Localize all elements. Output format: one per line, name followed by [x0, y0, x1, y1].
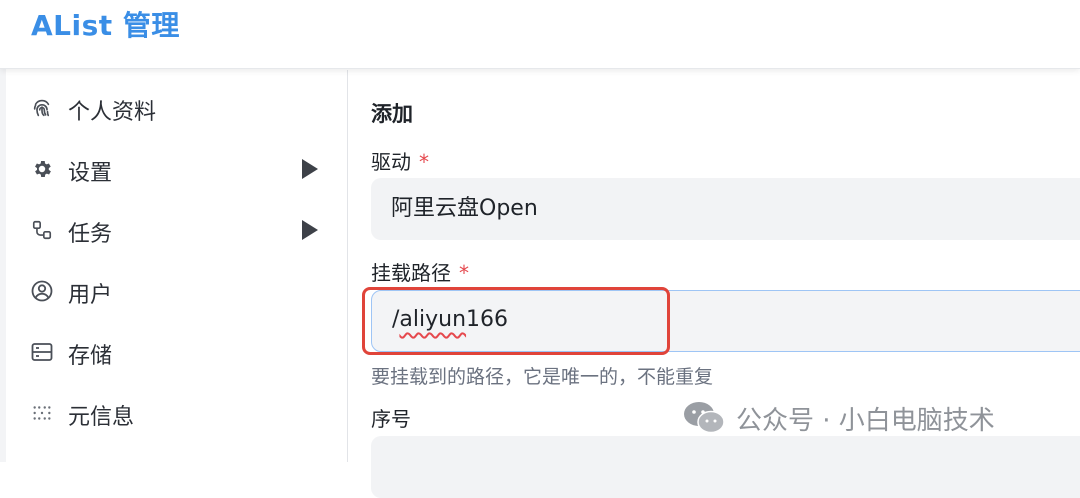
required-mark: *: [459, 261, 469, 285]
expand-arrow-icon[interactable]: [302, 159, 318, 179]
watermark-text: 公众号 · 小白电脑技术: [736, 405, 995, 436]
storage-icon: [30, 340, 54, 364]
driver-select-value: 阿里云盘Open: [391, 196, 538, 221]
dots-grid-icon: [30, 401, 54, 425]
mount-path-hint: 要挂载到的路径，它是唯一的，不能重复: [371, 366, 714, 388]
sidebar-item-tasks[interactable]: 任务: [6, 204, 347, 256]
sidebar-item-meta[interactable]: 元信息: [6, 387, 347, 439]
gear-icon: [30, 157, 54, 181]
sidebar-item-label: 任务: [68, 222, 113, 247]
sidebar-item-label: 存储: [68, 344, 113, 369]
fingerprint-icon: [30, 96, 54, 120]
form-section-title: 添加: [371, 102, 413, 126]
sidebar-item-label: 用户: [68, 283, 113, 308]
user-circle-icon: [30, 279, 54, 303]
mount-path-input[interactable]: /aliyun166: [371, 290, 1080, 352]
mount-path-suffix: 166: [466, 307, 509, 332]
sidebar-item-storage[interactable]: 存储: [6, 326, 347, 378]
driver-label: 驱动 *: [371, 150, 429, 174]
expand-arrow-icon[interactable]: [302, 220, 318, 240]
driver-select[interactable]: 阿里云盘Open: [371, 178, 1080, 240]
sidebar-item-users[interactable]: 用户: [6, 265, 347, 317]
sidebar-item-profile[interactable]: 个人资料: [6, 82, 347, 134]
mount-path-label: 挂载路径 *: [371, 261, 469, 285]
sidebar-item-label: 个人资料: [68, 100, 157, 125]
sidebar-item-settings[interactable]: 设置: [6, 143, 347, 195]
sidebar-item-label: 设置: [68, 161, 113, 186]
sidebar-item-label: 元信息: [68, 405, 135, 430]
order-label: 序号: [371, 407, 411, 431]
app-title[interactable]: AList 管理: [31, 4, 180, 44]
sidebar: 个人资料 设置 任务 用户 存储 元信息: [6, 70, 348, 462]
required-mark: *: [419, 150, 429, 174]
workflow-icon: [30, 218, 54, 242]
spellcheck-word: aliyun: [399, 307, 467, 332]
order-input[interactable]: [371, 436, 1080, 498]
watermark: 公众号 · 小白电脑技术: [682, 396, 1062, 440]
wechat-icon: [684, 402, 725, 434]
app-header: AList 管理: [0, 0, 1080, 69]
